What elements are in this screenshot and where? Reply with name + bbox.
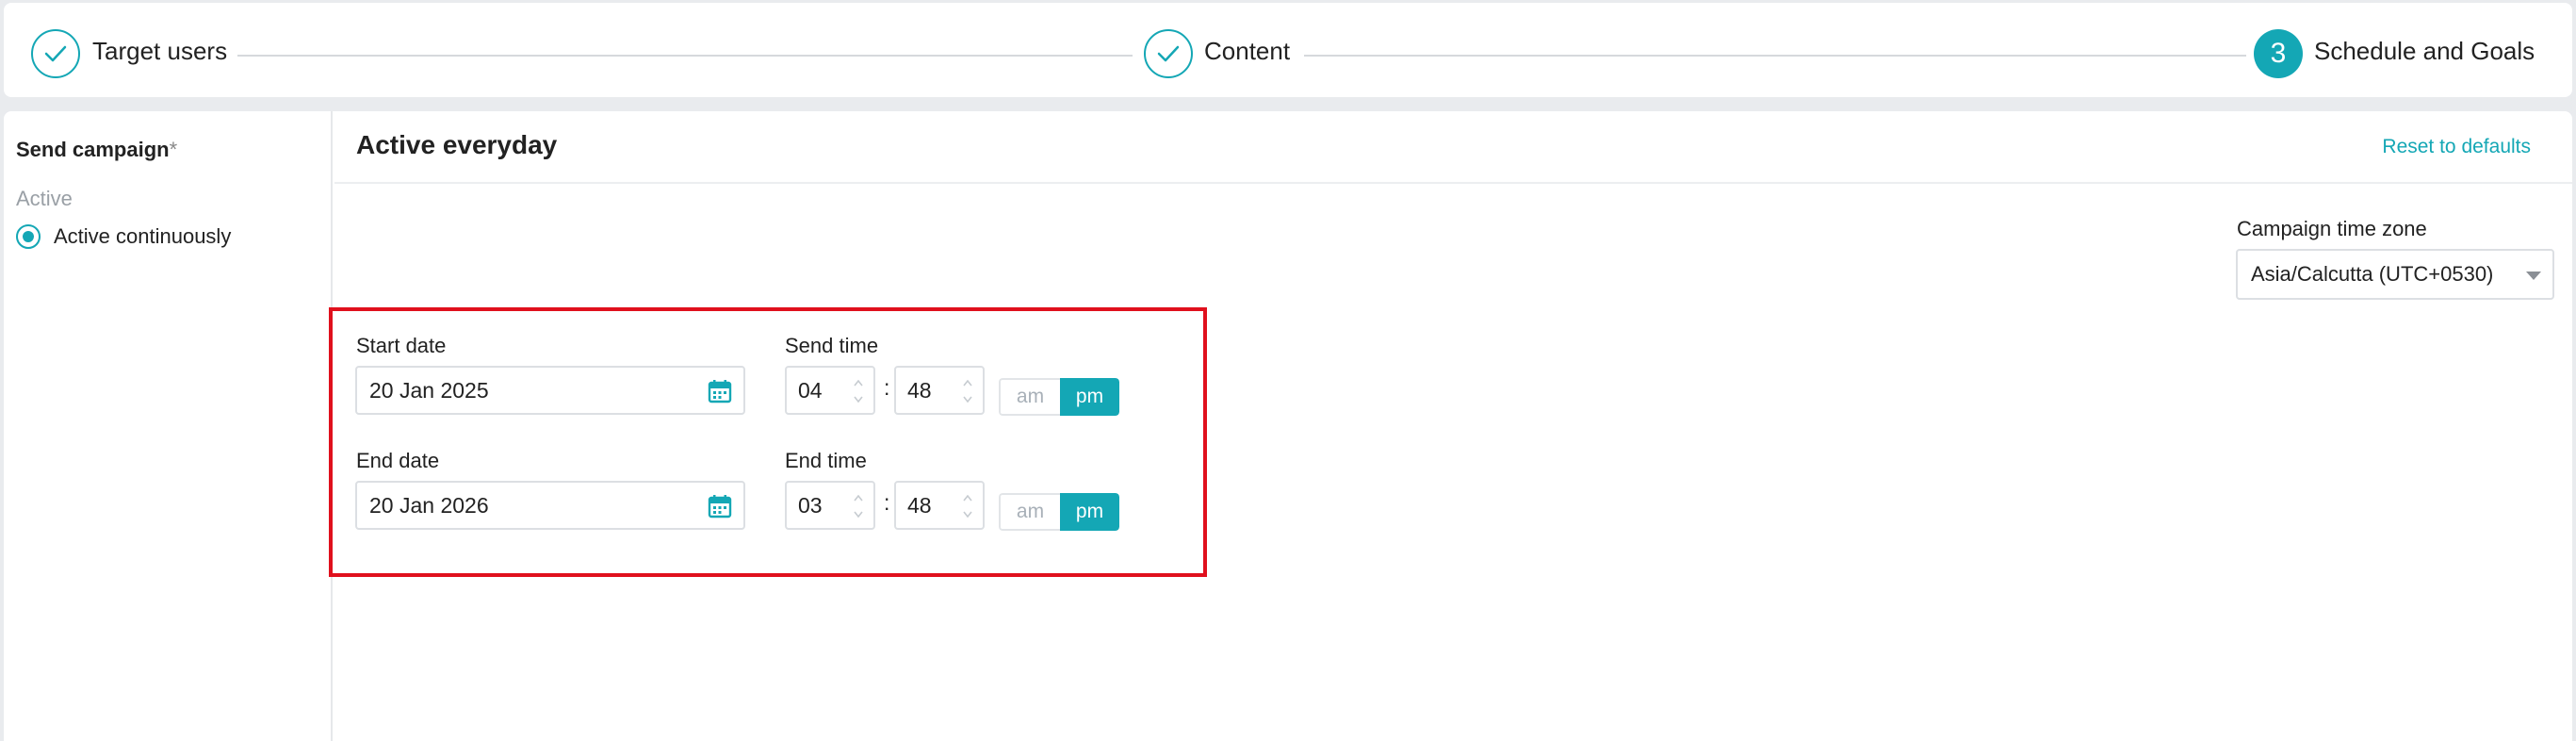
step-connector [237,55,1133,57]
active-continuously-option[interactable]: Active continuously [16,224,231,249]
end-hour-value: 03 [798,492,823,518]
start-date-label: Start date [356,334,447,357]
step-2-check-icon[interactable] [1144,29,1193,78]
timezone-value: Asia/Calcutta (UTC+0530) [2251,262,2494,286]
page-title: Active everyday [356,130,558,159]
end-hour-stepper[interactable]: 03 [785,481,875,530]
send-minute-stepper[interactable]: 48 [894,366,985,415]
send-hour-stepper[interactable]: 04 [785,366,875,415]
timezone-select[interactable]: Asia/Calcutta (UTC+0530) [2236,249,2554,300]
end-minute-stepper[interactable]: 48 [894,481,985,530]
timezone-label: Campaign time zone [2237,217,2427,240]
active-section-label: Active [16,187,73,210]
end-date-input[interactable]: 20 Jan 2026 [355,481,745,530]
schedule-card: Send campaign* Active Active continuousl… [4,111,2572,741]
end-ampm-toggle[interactable]: am pm [999,493,1119,531]
end-time-label: End time [785,449,867,472]
send-ampm-toggle[interactable]: am pm [999,378,1119,416]
start-date-input[interactable]: 20 Jan 2025 [355,366,745,415]
spinner-arrows-icon[interactable] [962,377,973,405]
step-1-check-icon[interactable] [31,29,80,78]
step-1-label[interactable]: Target users [92,37,227,66]
radio-selected-dot [23,231,34,242]
send-campaign-title: Send campaign* [16,138,178,161]
start-date-value: 20 Jan 2025 [369,377,489,403]
spinner-arrows-icon[interactable] [962,492,973,520]
radio-button[interactable] [16,224,41,249]
end-minute-value: 48 [907,492,932,518]
end-date-label: End date [356,449,440,472]
calendar-icon[interactable] [708,494,732,519]
pm-button[interactable]: pm [1060,493,1119,531]
step-2-label[interactable]: Content [1204,37,1290,66]
end-date-value: 20 Jan 2026 [369,492,489,518]
divider [334,182,2572,184]
calendar-icon[interactable] [708,379,732,403]
step-3-label[interactable]: Schedule and Goals [2314,37,2535,66]
am-button[interactable]: am [999,378,1060,416]
highlight-box [329,307,1207,577]
time-separator: : [884,490,890,515]
step-3-number[interactable]: 3 [2254,29,2303,78]
send-hour-value: 04 [798,377,823,403]
pm-button[interactable]: pm [1060,378,1119,416]
send-minute-value: 48 [907,377,932,403]
send-campaign-panel: Send campaign* Active Active continuousl… [4,111,333,741]
am-button[interactable]: am [999,493,1060,531]
spinner-arrows-icon[interactable] [853,377,864,405]
step-connector [1304,55,2246,57]
radio-label: Active continuously [54,224,232,248]
send-time-label: Send time [785,334,879,357]
stepper: Target users Content 3 Schedule and Goal… [4,3,2572,97]
reset-to-defaults-link[interactable]: Reset to defaults [2382,136,2531,158]
time-separator: : [884,375,890,400]
spinner-arrows-icon[interactable] [853,492,864,520]
dropdown-caret-icon [2526,272,2541,280]
